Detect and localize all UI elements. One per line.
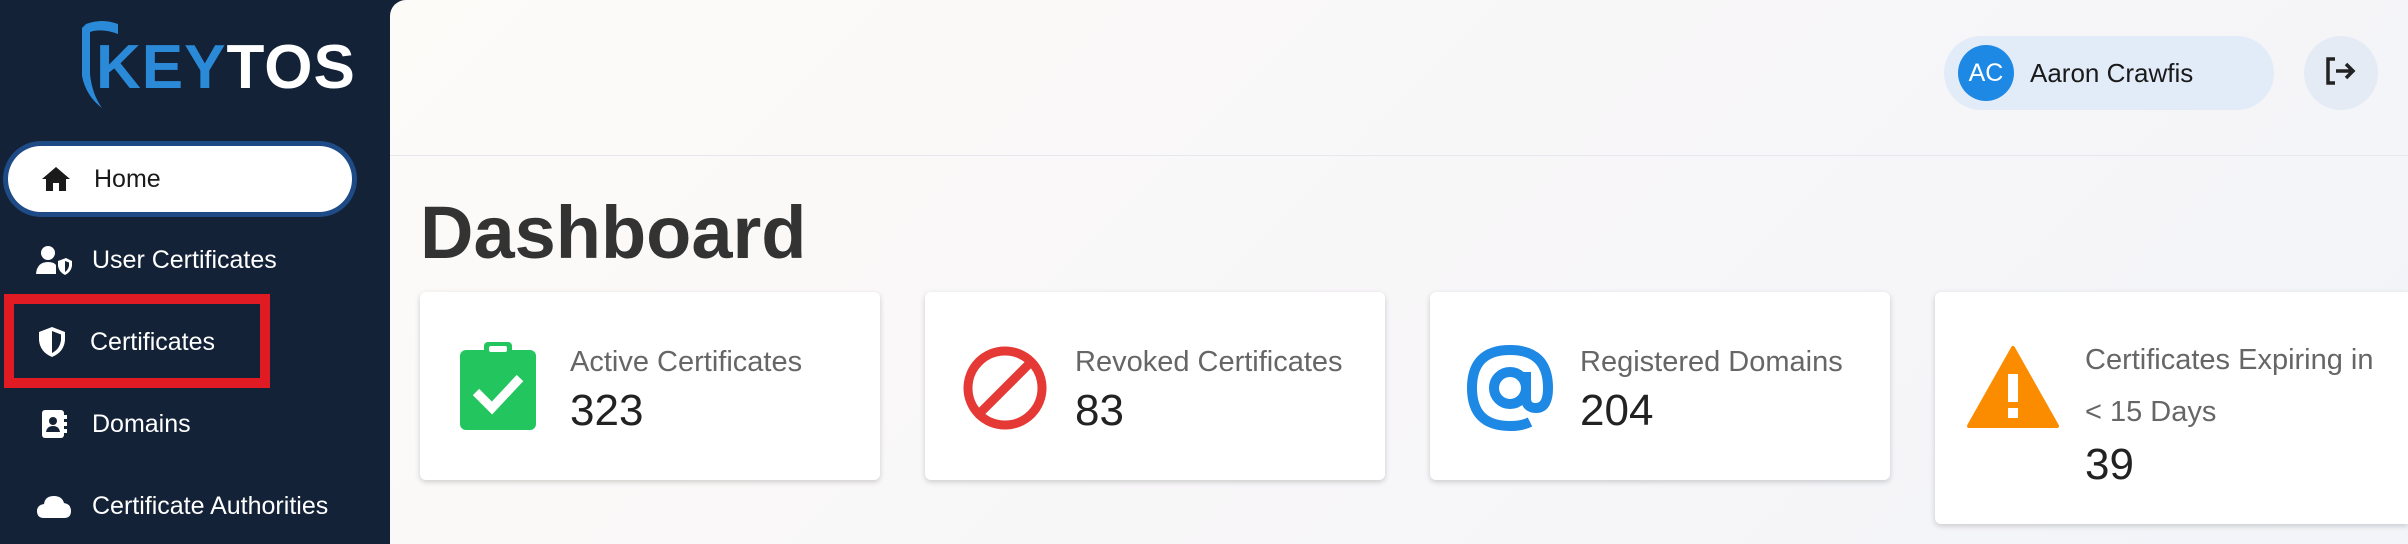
sidebar-item-certificate-authorities[interactable]: Certificate Authorities [0, 470, 390, 542]
sidebar: KEYTOS Home User Certificates Certificat… [0, 0, 390, 544]
stat-label: Certificates Expiring in < 15 Days [2085, 344, 2374, 428]
clipboard-check-icon [456, 342, 540, 432]
stat-value: 39 [2085, 440, 2134, 489]
ban-icon [961, 342, 1047, 432]
sidebar-item-label: Certificate Authorities [92, 491, 329, 520]
stat-label: Active Certificates [570, 346, 803, 378]
logo-text: KEYTOS [96, 33, 356, 102]
page-title: Dashboard [420, 191, 807, 274]
sidebar-item-home[interactable]: Home [8, 146, 352, 212]
sidebar-item-label: Domains [92, 409, 191, 438]
sidebar-item-certificates[interactable]: Certificates [0, 306, 390, 378]
sidebar-item-label: User Certificates [92, 245, 277, 274]
cloud-icon [34, 486, 74, 526]
warning-icon [1967, 344, 2059, 434]
stat-card-expiring-certificates[interactable]: Certificates Expiring in < 15 Days 39 [1935, 292, 2408, 524]
shield-icon [32, 322, 72, 362]
stat-value: 323 [570, 386, 644, 435]
stat-value: 83 [1075, 386, 1124, 435]
user-shield-icon [34, 240, 74, 280]
stat-label: Revoked Certificates [1075, 346, 1343, 378]
home-icon [36, 159, 76, 199]
main-content: AC Aaron Crawfis Dashboard Active Certif… [390, 0, 2408, 544]
stat-value: 204 [1580, 386, 1654, 435]
stat-card-active-certificates[interactable]: Active Certificates 323 [420, 292, 880, 480]
at-icon [1466, 342, 1554, 432]
stat-card-registered-domains[interactable]: Registered Domains 204 [1430, 292, 1890, 480]
logout-button[interactable] [2304, 36, 2378, 110]
top-bar: AC Aaron Crawfis [390, 0, 2408, 156]
user-name: Aaron Crawfis [2030, 57, 2194, 88]
stat-card-revoked-certificates[interactable]: Revoked Certificates 83 [925, 292, 1385, 480]
avatar: AC [1958, 45, 2014, 101]
stat-label: Registered Domains [1580, 346, 1843, 378]
keytos-logo[interactable]: KEYTOS [72, 14, 355, 114]
sidebar-item-label: Certificates [90, 327, 216, 356]
user-menu-button[interactable]: AC Aaron Crawfis [1944, 36, 2274, 110]
address-book-icon [34, 404, 74, 444]
sidebar-item-label: Home [94, 164, 161, 193]
logout-icon [2325, 56, 2357, 90]
sidebar-item-domains[interactable]: Domains [0, 388, 390, 460]
sidebar-item-user-certificates[interactable]: User Certificates [0, 224, 390, 296]
